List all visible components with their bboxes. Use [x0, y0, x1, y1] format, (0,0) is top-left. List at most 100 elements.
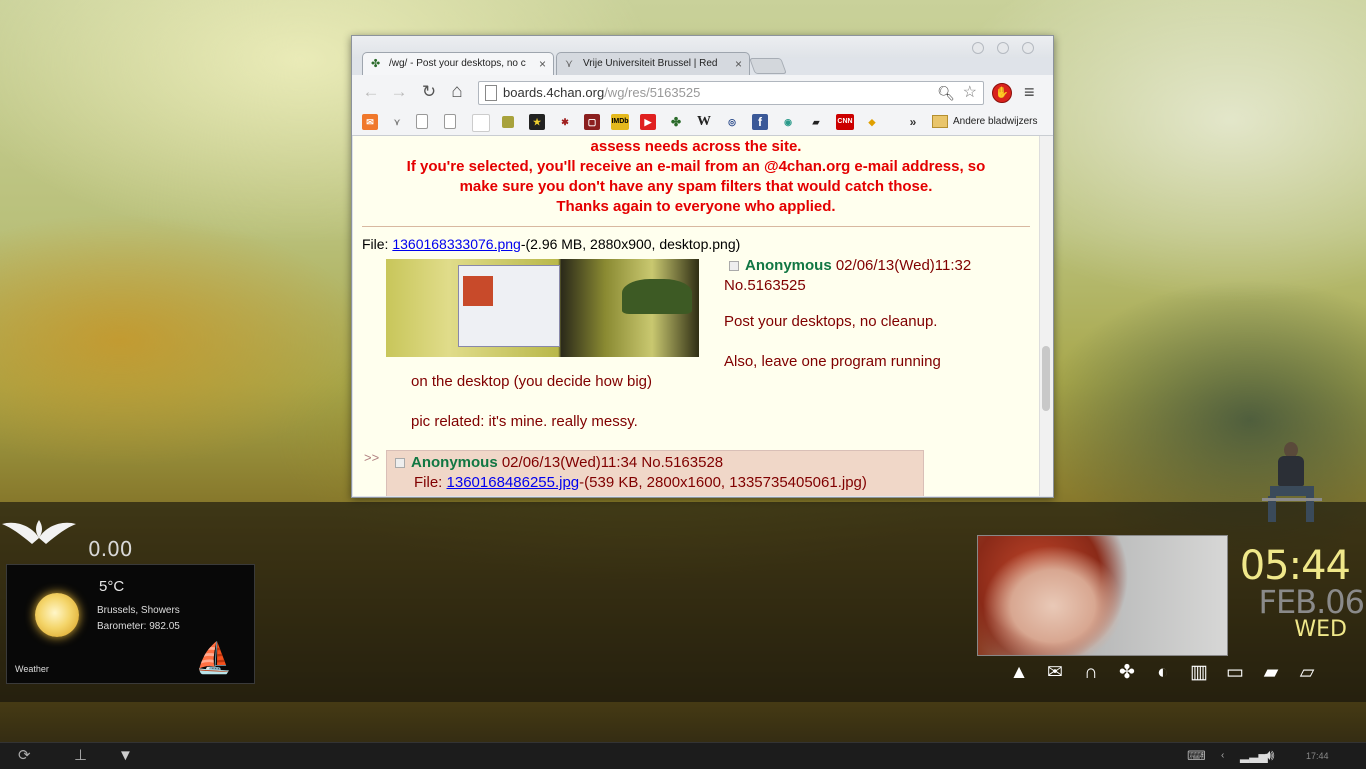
address-bar[interactable]: boards.4chan.org/wg/res/5163525 🔍︎ ☆: [478, 81, 984, 105]
refresh-icon[interactable]: ⟳: [18, 746, 31, 766]
url-text[interactable]: boards.4chan.org/wg/res/5163525: [503, 82, 700, 104]
pirate-ship-icon: ⛵: [195, 642, 233, 675]
page-icon: [485, 85, 497, 101]
minimize-button[interactable]: [972, 42, 984, 54]
adblock-icon[interactable]: ✋: [992, 83, 1012, 103]
cnn-bookmark-icon[interactable]: CNN: [836, 114, 854, 130]
camera-bookmark-icon[interactable]: ▰: [808, 114, 824, 130]
thumbnail-window: [458, 265, 560, 347]
page-bookmark-icon[interactable]: [416, 114, 428, 129]
toolbar: ← → ↻ ⌂ boards.4chan.org/wg/res/5163525 …: [352, 75, 1053, 109]
chevron-left-icon[interactable]: ‹: [1221, 746, 1224, 766]
imdb-bookmark-icon[interactable]: IMDb: [611, 114, 629, 130]
taskbar-clock: 17:44: [1306, 751, 1329, 761]
tab-title: Vrije Universiteit Brussel | Red: [583, 58, 718, 69]
tab-wg[interactable]: ✤ /wg/ - Post your desktops, no c ×: [362, 52, 554, 75]
announcement-line: Thanks again to everyone who applied.: [556, 198, 836, 215]
vub-icon: ⋎: [565, 58, 574, 70]
graduation-cap-icon[interactable]: ▲: [1006, 662, 1032, 684]
reply-arrows: >>: [364, 450, 380, 465]
clover-icon[interactable]: ✤: [1114, 662, 1140, 684]
tab-title: /wg/ - Post your desktops, no c: [389, 58, 526, 69]
scroll-thumb[interactable]: [1042, 346, 1050, 411]
reply-datetime: 02/06/13(Wed)11:34: [501, 454, 638, 471]
reply-checkbox[interactable]: [395, 458, 405, 469]
bookmarks-bar: ✉ ⋎ ★ ✱ ▢ IMDb ▶ ✤ W ◎ f ◉ ▰ CNN ◆ » And…: [352, 109, 1053, 136]
weather-label: Weather: [15, 664, 49, 674]
folder-open-icon[interactable]: ▱: [1294, 662, 1320, 684]
weather-location: Brussels, Showers: [97, 605, 180, 616]
earth-bookmark-icon[interactable]: ◎: [724, 114, 740, 130]
folder-icon[interactable]: ▰: [1258, 662, 1284, 684]
op-name: Anonymous: [745, 257, 832, 274]
facebook-bookmark-icon[interactable]: f: [752, 114, 768, 130]
forward-button[interactable]: →: [390, 83, 408, 101]
clock-date: FEB.06: [1258, 583, 1365, 621]
maximize-button[interactable]: [997, 42, 1009, 54]
tab-vub[interactable]: ⋎ Vrije Universiteit Brussel | Red ×: [556, 52, 750, 75]
reply-post: Anonymous 02/06/13(Wed)11:34 No.5163528 …: [386, 450, 924, 496]
op-file-info: File: 1360168333076.png-(2.96 MB, 2880x9…: [362, 236, 741, 252]
browser-window: ✤ /wg/ - Post your desktops, no c × ⋎ Vr…: [351, 35, 1054, 498]
counter-readout: 0.00: [88, 537, 133, 561]
vub-bookmark-icon[interactable]: ⋎: [389, 114, 405, 130]
announcement-line: make sure you don't have any spam filter…: [459, 178, 933, 195]
winged-logo-icon: [2, 516, 76, 548]
clock-time: 05:44: [1239, 543, 1351, 589]
divider: [362, 226, 1030, 227]
op-number[interactable]: No.5163525: [724, 277, 806, 294]
fox-icon[interactable]: ▼: [118, 746, 133, 766]
reload-button[interactable]: ↻: [420, 83, 438, 101]
gamepad-bookmark-icon[interactable]: ◆: [864, 114, 880, 130]
home-button[interactable]: ⌂: [448, 82, 466, 101]
signal-icon[interactable]: ▂▃▅: [1240, 746, 1268, 766]
headphones-icon[interactable]: ∩: [1078, 662, 1104, 684]
op-datetime: 02/06/13(Wed)11:32: [835, 257, 972, 274]
wikipedia-bookmark-icon[interactable]: W: [696, 114, 712, 130]
books-icon[interactable]: ▥: [1186, 662, 1212, 684]
weather-widget[interactable]: 5°C Brussels, Showers Barometer: 982.05 …: [6, 564, 255, 684]
volume-icon[interactable]: 🔊︎: [1265, 746, 1274, 766]
close-window-button[interactable]: [1022, 42, 1034, 54]
op-text-line: Also, leave one program running: [724, 353, 941, 370]
sitting-man-icon: [1262, 440, 1322, 535]
zoom-icon[interactable]: 🔍︎: [937, 82, 955, 104]
mail-bookmark-icon[interactable]: ✉: [362, 114, 378, 130]
keyboard-icon[interactable]: ⌨: [1187, 746, 1206, 766]
back-button[interactable]: ←: [362, 83, 380, 101]
square-red-bookmark-icon[interactable]: ▢: [584, 114, 600, 130]
op-file-link[interactable]: 1360168333076.png: [392, 236, 520, 252]
reply-number[interactable]: No.5163528: [641, 454, 723, 471]
clover-bookmark-icon[interactable]: ✤: [668, 114, 684, 130]
page-bookmark-icon[interactable]: [444, 114, 456, 129]
taskbar: ⟳ ⊥ ▼ ⌨ ‹ ▂▃▅ 🔊︎ 17:44: [0, 742, 1366, 769]
reply-file-link[interactable]: 1360168486255.jpg: [447, 474, 580, 491]
menu-icon[interactable]: ≡: [1024, 83, 1035, 101]
mail-icon[interactable]: ✉: [1042, 662, 1068, 684]
other-bookmarks-folder[interactable]: Andere bladwijzers: [932, 114, 1038, 130]
weather-temp: 5°C: [99, 578, 125, 595]
star-icon[interactable]: ☆: [963, 82, 977, 104]
desk-lamp-icon[interactable]: ⊥: [74, 746, 87, 766]
scrollbar[interactable]: [1039, 136, 1053, 496]
firefox-icon[interactable]: ◐: [1150, 662, 1176, 684]
bug-bookmark-icon[interactable]: ✱: [557, 114, 573, 130]
star-bookmark-icon[interactable]: ★: [529, 114, 545, 130]
monitor-icon[interactable]: ▭: [1222, 662, 1248, 684]
more-bookmarks-icon[interactable]: »: [905, 114, 921, 130]
close-tab-icon[interactable]: ×: [735, 53, 742, 75]
eye-bookmark-icon[interactable]: ◉: [780, 114, 796, 130]
wallpaper-photo: [977, 535, 1228, 656]
square-bookmark-icon[interactable]: [502, 116, 514, 128]
thumbnail-image: [463, 276, 493, 306]
op-thumbnail[interactable]: [386, 259, 699, 357]
page-content: assess needs across the site. If you're …: [353, 136, 1039, 496]
reply-file-info: File: 1360168486255.jpg-(539 KB, 2800x16…: [414, 474, 867, 491]
blank-bookmark-icon[interactable]: [472, 114, 490, 132]
new-tab-button[interactable]: [749, 58, 787, 74]
op-checkbox[interactable]: [729, 261, 739, 272]
reply-header: Anonymous 02/06/13(Wed)11:34 No.5163528: [395, 454, 723, 471]
op-header: Anonymous 02/06/13(Wed)11:32: [729, 257, 971, 274]
close-tab-icon[interactable]: ×: [539, 53, 546, 75]
youtube-bookmark-icon[interactable]: ▶: [640, 114, 656, 130]
